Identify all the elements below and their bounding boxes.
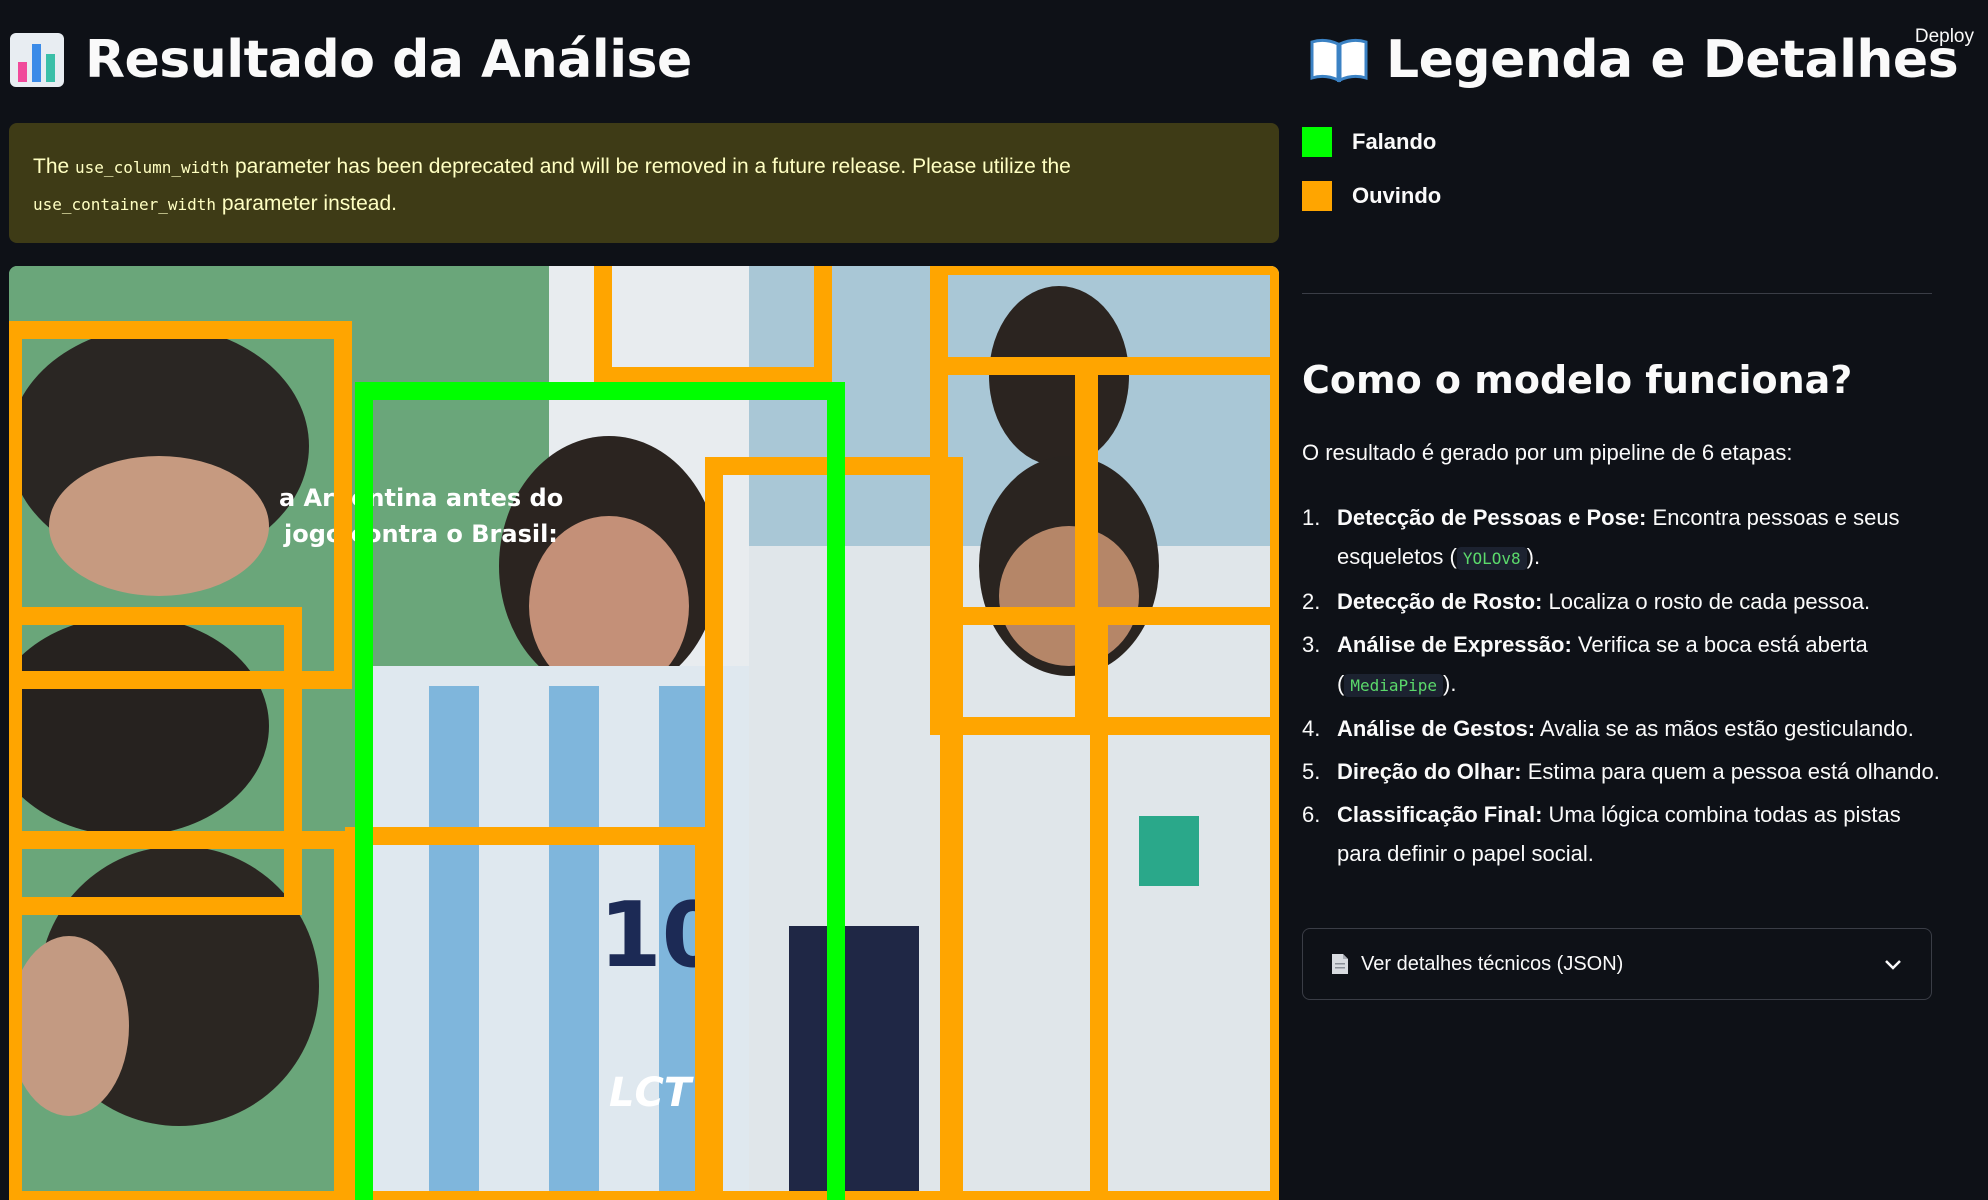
warning-text: parameter instead. [221, 192, 397, 215]
bar-chart-icon [10, 33, 64, 87]
chevron-down-icon[interactable] [1883, 957, 1903, 971]
legend-title: Legenda e Detalhes [1386, 30, 1959, 90]
step-number: 4. [1302, 716, 1321, 741]
legend-item-ouvindo: Ouvindo [1302, 181, 1441, 211]
analysis-result-image: 10 a Argentina antes do jogo contra o Br… [9, 266, 1279, 1200]
legend-label: Falando [1352, 129, 1437, 154]
step-code: MediaPipe [1344, 674, 1444, 697]
step-text: Classificação Final: Uma lógica combina … [1337, 802, 1901, 866]
warning-code: use_container_width [33, 195, 217, 214]
step-text: Direção do Olhar: Estima para quem a pes… [1337, 759, 1940, 784]
step-code: YOLOv8 [1456, 547, 1527, 570]
step-text: Análise de Gestos: Avalia se as mãos est… [1337, 716, 1914, 741]
legend-title-row: Legenda e Detalhes [1310, 30, 1959, 90]
expander-label: Ver detalhes técnicos (JSON) [1361, 952, 1624, 975]
pipeline-steps-list: 1. Detecção de Pessoas e Pose: Encontra … [1302, 498, 1942, 877]
pipeline-intro: O resultado é gerado por um pipeline de … [1302, 440, 1793, 465]
step-number: 5. [1302, 759, 1321, 784]
list-item: 5. Direção do Olhar: Estima para quem a … [1302, 752, 1942, 791]
step-number: 3. [1302, 632, 1321, 657]
document-icon [1332, 954, 1348, 974]
page-title: Resultado da Análise [85, 30, 692, 90]
watermark-text: LCT [609, 1070, 694, 1116]
list-item: 2. Detecção de Rosto: Localiza o rosto d… [1302, 582, 1942, 621]
video-caption-line2: jogo contra o Brasil: [283, 520, 558, 548]
technical-details-expander[interactable]: Ver detalhes técnicos (JSON) [1302, 928, 1932, 1000]
warning-text: parameter has been deprecated and will b… [235, 155, 1071, 178]
section-title: Como o modelo funciona? [1302, 358, 1853, 402]
list-item: 1. Detecção de Pessoas e Pose: Encontra … [1302, 498, 1942, 578]
legend-swatch-orange [1302, 181, 1332, 211]
list-item: 3. Análise de Expressão: Verifica se a b… [1302, 625, 1942, 705]
step-number: 2. [1302, 589, 1321, 614]
step-text: Detecção de Rosto: Localiza o rosto de c… [1337, 589, 1871, 614]
legend-label: Ouvindo [1352, 183, 1442, 208]
section-divider [1302, 293, 1932, 294]
warning-code: use_column_width [75, 158, 230, 177]
main-title-row: Resultado da Análise [9, 30, 692, 90]
legend-item-falando: Falando [1302, 127, 1436, 157]
step-number: 6. [1302, 802, 1321, 827]
deprecation-warning: The use_column_width parameter has been … [9, 123, 1279, 243]
list-item: 4. Análise de Gestos: Avalia se as mãos … [1302, 709, 1942, 748]
list-item: 6. Classificação Final: Uma lógica combi… [1302, 795, 1942, 873]
legend-swatch-green [1302, 127, 1332, 157]
warning-text: The [33, 155, 70, 178]
step-text: Detecção de Pessoas e Pose: Encontra pes… [1337, 505, 1900, 570]
annotated-photo: 10 a Argentina antes do jogo contra o Br… [9, 266, 1279, 1200]
step-number: 1. [1302, 505, 1321, 530]
step-text: Análise de Expressão: Verifica se a boca… [1337, 632, 1868, 697]
open-book-icon [1310, 38, 1368, 83]
video-caption-line1: a Argentina antes do [279, 484, 563, 512]
